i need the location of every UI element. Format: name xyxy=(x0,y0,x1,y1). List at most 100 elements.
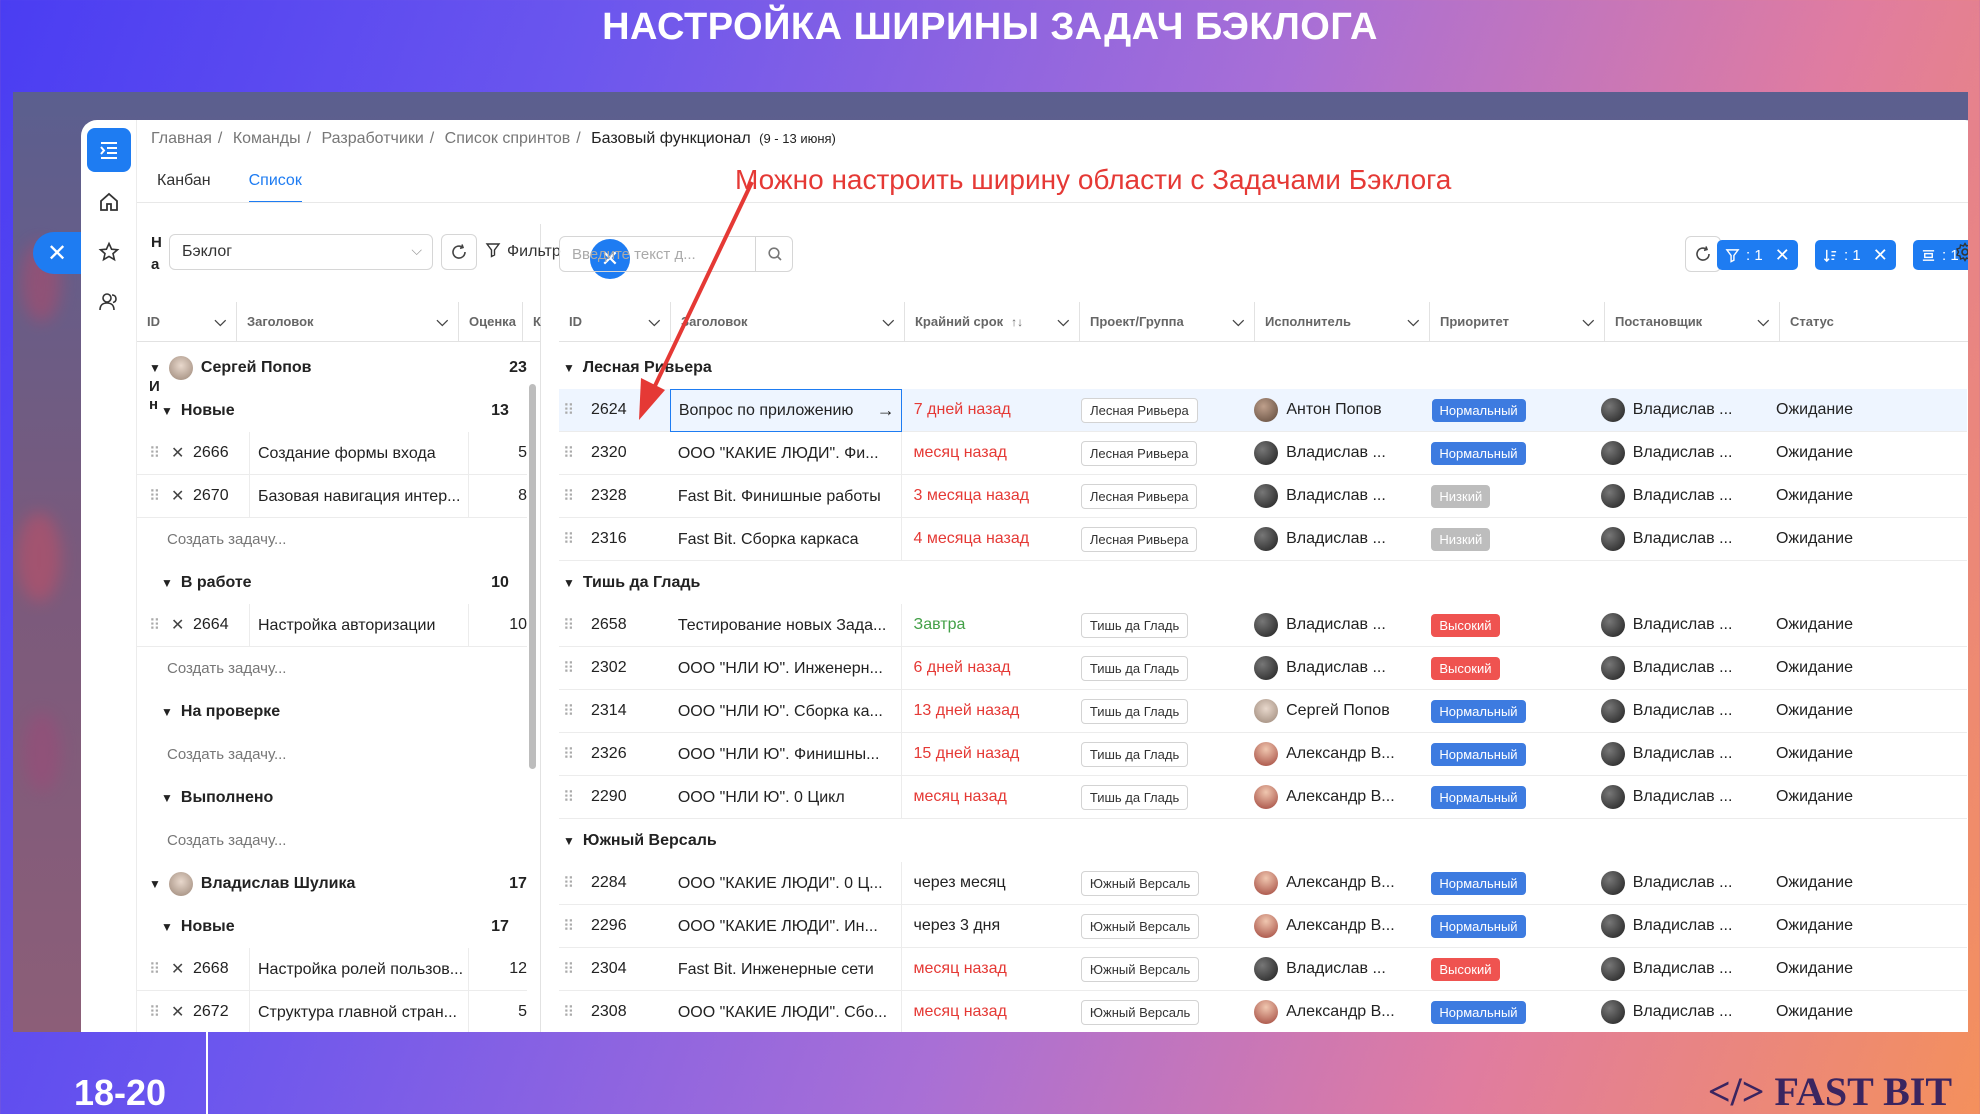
drag-handle-icon[interactable]: ⠿ xyxy=(563,917,591,935)
drag-handle-icon[interactable]: ⠿ xyxy=(149,616,171,634)
drag-handle-icon[interactable]: ⠿ xyxy=(563,530,591,548)
backlog-select[interactable]: Бэклог ⌵ xyxy=(169,234,433,270)
drag-handle-icon[interactable]: ⠿ xyxy=(563,1003,591,1021)
project-tag[interactable]: Тишь да Гладь xyxy=(1080,741,1189,767)
column-header-status[interactable]: Статус xyxy=(1780,302,1968,341)
task-title[interactable]: Создание формы входа xyxy=(249,431,469,475)
sprint-row-task[interactable]: ⠿ 2316 Fast Bit. Сборка каркаса 4 месяца на… xyxy=(559,517,1967,561)
task-title[interactable]: ООО "НЛИ Ю". 0 Цикл xyxy=(670,775,902,819)
task-title[interactable]: ООО "КАКИЕ ЛЮДИ". Фи... xyxy=(670,431,902,475)
caret-down-icon[interactable]: ▼ xyxy=(563,361,575,375)
project-tag[interactable]: Тишь да Гладь xyxy=(1080,784,1189,810)
tab-list[interactable]: Список xyxy=(248,172,302,203)
drag-handle-icon[interactable]: ⠿ xyxy=(563,487,591,505)
backlog-row-status[interactable]: ▼ Новые 13 xyxy=(137,389,527,432)
sprint-row-group[interactable]: ▼ Тишь да Гладь xyxy=(559,561,1967,604)
breadcrumb-home[interactable]: Главная xyxy=(151,130,212,147)
sprint-row-task[interactable]: ⠿ 2326 ООО "НЛИ Ю". Финишны... 15 дней наза… xyxy=(559,732,1967,776)
caret-down-icon[interactable]: ▼ xyxy=(161,404,173,418)
settings-button[interactable] xyxy=(1955,242,1968,267)
column-header-title[interactable]: Заголовок ⌵ xyxy=(237,302,459,341)
remove-task-icon[interactable]: ✕ xyxy=(171,1002,193,1022)
backlog-row-user[interactable]: ▼ Сергей Попов 23 xyxy=(137,346,527,389)
priority-badge[interactable]: Нормальный xyxy=(1431,699,1526,723)
priority-badge[interactable]: Низкий xyxy=(1431,527,1491,551)
drag-handle-icon[interactable]: ⠿ xyxy=(563,874,591,892)
project-tag[interactable]: Лесная Ривьера xyxy=(1080,440,1198,466)
backlog-row-task[interactable]: ⠿ ✕ 2666 Создание формы входа 5 xyxy=(137,431,527,475)
task-title[interactable]: Базовая навигация интер... xyxy=(249,474,469,518)
priority-badge[interactable]: Высокий xyxy=(1431,613,1500,637)
priority-badge[interactable]: Нормальный xyxy=(1431,871,1526,895)
priority-badge[interactable]: Нормальный xyxy=(1431,1000,1526,1024)
create-task-link[interactable]: Создать задачу... xyxy=(167,531,286,548)
sprint-refresh-button[interactable] xyxy=(1685,236,1721,272)
favorites-button[interactable] xyxy=(87,230,131,274)
backlog-row-task[interactable]: ⠿ ✕ 2664 Настройка авторизации 10 xyxy=(137,603,527,647)
priority-badge[interactable]: Нормальный xyxy=(1431,398,1526,422)
priority-badge[interactable]: Нормальный xyxy=(1431,914,1526,938)
task-title[interactable]: Fast Bit. Инженерные сети xyxy=(670,947,902,991)
priority-badge[interactable]: Высокий xyxy=(1431,957,1500,981)
project-tag[interactable]: Лесная Ривьера xyxy=(1080,526,1198,552)
column-header-estimate[interactable]: Оценка xyxy=(459,302,523,341)
open-arrow-icon[interactable]: → xyxy=(877,390,895,431)
close-icon[interactable]: ✕ xyxy=(1775,245,1790,266)
column-header-assignee[interactable]: Исполнитель ⌵ xyxy=(1255,302,1430,341)
close-icon[interactable]: ✕ xyxy=(1873,245,1888,266)
close-panel-button[interactable]: ✕ xyxy=(33,232,81,274)
task-title[interactable]: Структура главной стран... xyxy=(249,990,469,1032)
task-title[interactable]: ООО "КАКИЕ ЛЮДИ". Сбо... xyxy=(670,990,902,1032)
breadcrumb-developers[interactable]: Разработчики xyxy=(322,130,424,147)
menu-toggle-button[interactable] xyxy=(87,128,131,172)
backlog-refresh-button[interactable] xyxy=(441,234,477,270)
filter-chip[interactable]: : 1 ✕ xyxy=(1717,240,1798,270)
sprint-row-task[interactable]: ⠿ 2290 ООО "НЛИ Ю". 0 Цикл месяц назад Тишь … xyxy=(559,775,1967,819)
home-button[interactable] xyxy=(87,180,131,224)
backlog-row-task[interactable]: ⠿ ✕ 2670 Базовая навигация интер... 8 xyxy=(137,474,527,518)
drag-handle-icon[interactable]: ⠿ xyxy=(563,444,591,462)
backlog-row-create[interactable]: Создать задачу... xyxy=(137,819,527,862)
team-button[interactable] xyxy=(87,280,131,324)
drag-handle-icon[interactable]: ⠿ xyxy=(149,487,171,505)
backlog-row-status[interactable]: ▼ Выполнено xyxy=(137,776,527,819)
task-title[interactable]: Тестирование новых Зада... xyxy=(670,603,902,647)
sprint-row-task[interactable]: ⠿ 2304 Fast Bit. Инженерные сети месяц наза… xyxy=(559,947,1967,991)
sort-chip[interactable]: : 1 ✕ xyxy=(1815,240,1896,270)
backlog-row-task[interactable]: ⠿ ✕ 2668 Настройка ролей пользов... 12 xyxy=(137,947,527,991)
caret-down-icon[interactable]: ▼ xyxy=(161,705,173,719)
task-title[interactable]: Fast Bit. Финишные работы xyxy=(670,474,902,518)
sprint-row-task[interactable]: ⠿ 2658 Тестирование новых Зада... Завтра Тиш… xyxy=(559,603,1967,647)
remove-task-icon[interactable]: ✕ xyxy=(171,615,193,635)
drag-handle-icon[interactable]: ⠿ xyxy=(563,702,591,720)
priority-badge[interactable]: Низкий xyxy=(1431,484,1491,508)
drag-handle-icon[interactable]: ⠿ xyxy=(563,788,591,806)
backlog-row-status[interactable]: ▼ В работе 10 xyxy=(137,561,527,604)
remove-task-icon[interactable]: ✕ xyxy=(171,443,193,463)
project-tag[interactable]: Южный Версаль xyxy=(1080,956,1200,982)
column-header-project[interactable]: Проект/Группа ⌵ xyxy=(1080,302,1255,341)
remove-task-icon[interactable]: ✕ xyxy=(171,959,193,979)
task-title[interactable]: Настройка авторизации xyxy=(249,603,469,647)
priority-badge[interactable]: Нормальный xyxy=(1431,441,1526,465)
sprint-row-group[interactable]: ▼ Южный Версаль xyxy=(559,819,1967,862)
project-tag[interactable]: Лесная Ривьера xyxy=(1080,483,1198,509)
backlog-row-task[interactable]: ⠿ ✕ 2672 Структура главной стран... 5 xyxy=(137,990,527,1032)
caret-down-icon[interactable]: ▼ xyxy=(563,834,575,848)
project-tag[interactable]: Южный Версаль xyxy=(1080,913,1200,939)
task-title[interactable]: ООО "НЛИ Ю". Инженерн... xyxy=(670,646,902,690)
drag-handle-icon[interactable]: ⠿ xyxy=(149,960,171,978)
project-tag[interactable]: Южный Версаль xyxy=(1080,870,1200,896)
priority-badge[interactable]: Высокий xyxy=(1431,656,1500,680)
project-tag[interactable]: Тишь да Гладь xyxy=(1080,698,1189,724)
sprint-row-task[interactable]: ⠿ 2314 ООО "НЛИ Ю". Сборка ка... 13 дней на… xyxy=(559,689,1967,733)
project-tag[interactable]: Тишь да Гладь xyxy=(1080,655,1189,681)
caret-down-icon[interactable]: ▼ xyxy=(149,361,161,375)
sprint-row-task[interactable]: ⠿ 2302 ООО "НЛИ Ю". Инженерн... 6 дней наза… xyxy=(559,646,1967,690)
backlog-row-create[interactable]: Создать задачу... xyxy=(137,647,527,690)
backlog-row-user[interactable]: ▼ Владислав Шулика 17 xyxy=(137,862,527,905)
sprint-row-task[interactable]: ⠿ 2296 ООО "КАКИЕ ЛЮДИ". Ин... через 3 дня Ю… xyxy=(559,904,1967,948)
project-tag[interactable]: Южный Версаль xyxy=(1080,999,1200,1025)
caret-down-icon[interactable]: ▼ xyxy=(161,576,173,590)
drag-handle-icon[interactable]: ⠿ xyxy=(149,444,171,462)
